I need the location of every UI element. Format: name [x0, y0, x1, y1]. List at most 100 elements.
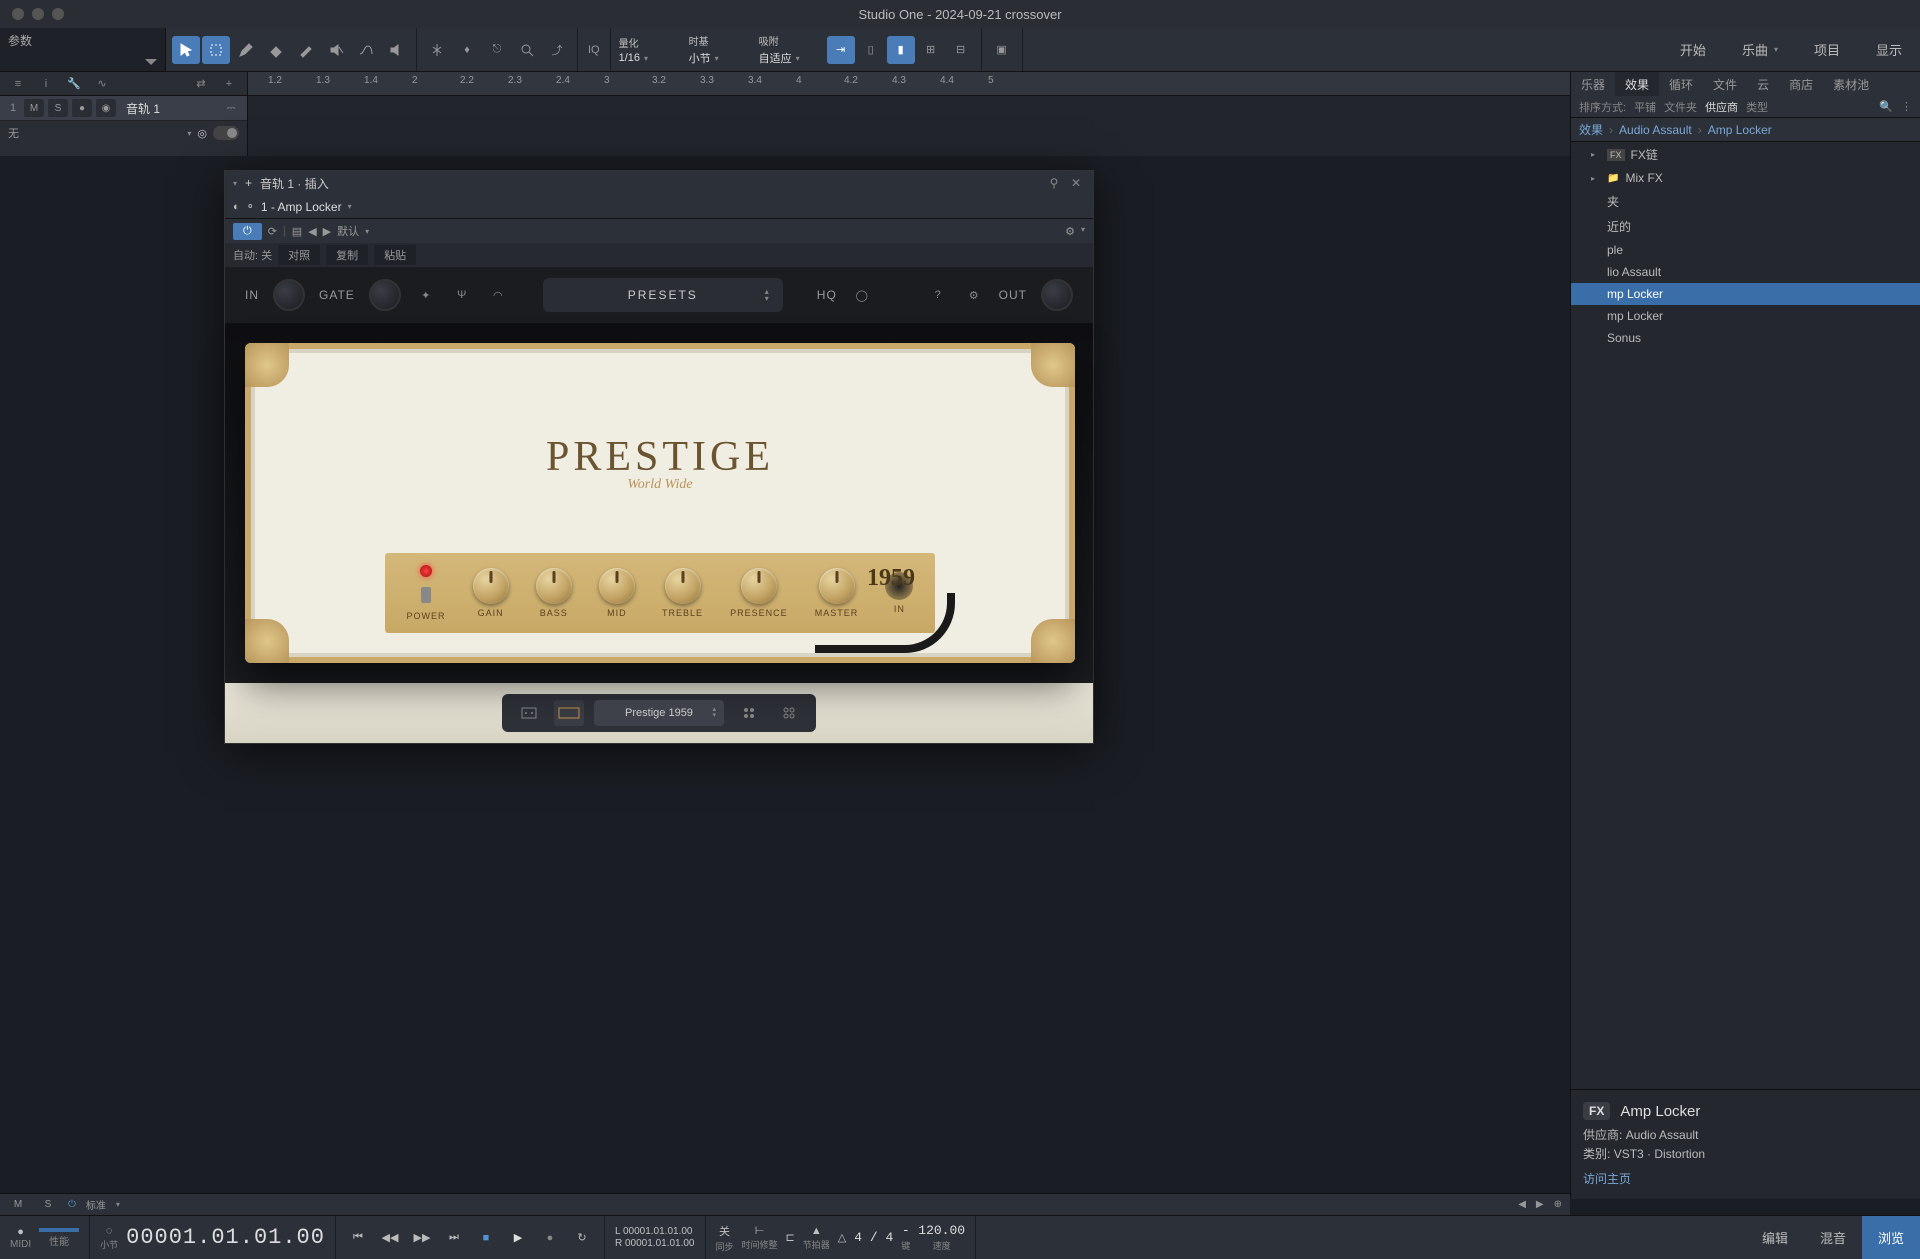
- browser-item[interactable]: ▸FXFX链: [1571, 142, 1920, 167]
- track-input-label[interactable]: 无: [8, 125, 181, 141]
- monitor-button[interactable]: ◉: [96, 99, 116, 117]
- auto-label[interactable]: 自动: 关: [233, 247, 272, 263]
- play-button[interactable]: ▶: [506, 1226, 530, 1250]
- browser-item[interactable]: ple: [1571, 239, 1920, 261]
- mid-knob[interactable]: [599, 568, 635, 604]
- parameter-box[interactable]: 参数: [0, 28, 166, 71]
- global-mute[interactable]: M: [8, 1199, 28, 1210]
- amp-model-selector[interactable]: Prestige 1959: [594, 700, 724, 726]
- snap-selector[interactable]: 吸附 自适应▾: [751, 28, 821, 71]
- mode-browse[interactable]: 浏览: [1862, 1216, 1920, 1259]
- pin-icon[interactable]: ⚲: [1045, 174, 1063, 192]
- out-knob[interactable]: [1041, 279, 1073, 311]
- presets-button[interactable]: PRESETS: [543, 278, 783, 312]
- browser-tab-5[interactable]: 商店: [1779, 72, 1823, 96]
- menu-project[interactable]: 项目: [1796, 28, 1858, 71]
- fork-icon[interactable]: Ψ: [451, 284, 473, 306]
- preset-next-icon[interactable]: ▶: [323, 225, 331, 238]
- stop-button[interactable]: ■: [474, 1226, 498, 1250]
- power-button[interactable]: ⏻: [233, 223, 262, 240]
- browser-item[interactable]: lio Assault: [1571, 261, 1920, 283]
- grid-button-2[interactable]: ⊟: [947, 36, 975, 64]
- bass-knob[interactable]: [536, 568, 572, 604]
- zoom-tool[interactable]: [513, 36, 541, 64]
- track-toggle[interactable]: [213, 126, 239, 140]
- menu-song[interactable]: 乐曲 ▾: [1724, 28, 1796, 71]
- hq-indicator-icon[interactable]: ◯: [851, 284, 873, 306]
- action-tool-1[interactable]: ⎋: [483, 36, 511, 64]
- status-standard[interactable]: 标准: [86, 1197, 106, 1212]
- snap-button-2[interactable]: ▮: [887, 36, 915, 64]
- solo-button[interactable]: S: [48, 99, 68, 117]
- sort-vendor[interactable]: 供应商: [1705, 99, 1738, 115]
- browser-tab-0[interactable]: 乐器: [1571, 72, 1615, 96]
- timebase-selector[interactable]: 时基 小节▾: [681, 28, 751, 71]
- presence-knob[interactable]: [741, 568, 777, 604]
- track-automation-icon[interactable]: ⎓: [221, 99, 241, 117]
- settings-icon[interactable]: ⚙: [963, 284, 985, 306]
- quantize-selector[interactable]: 量化 1/16▾: [611, 28, 681, 71]
- track-input-chevron-icon[interactable]: ▾: [187, 129, 191, 138]
- time-signature[interactable]: 4 / 4: [854, 1230, 893, 1245]
- browser-item[interactable]: 近的: [1571, 214, 1920, 239]
- browser-tab-3[interactable]: 文件: [1703, 72, 1747, 96]
- visit-homepage-link[interactable]: 访问主页: [1583, 1170, 1908, 1187]
- power-column[interactable]: POWER: [407, 565, 446, 621]
- help-icon[interactable]: ?: [927, 284, 949, 306]
- menu-start[interactable]: 开始: [1662, 28, 1724, 71]
- tuner-icon[interactable]: ✦: [415, 284, 437, 306]
- end-button[interactable]: ⏭: [442, 1226, 466, 1250]
- sort-folder[interactable]: 文件夹: [1664, 99, 1697, 115]
- strip-silence-tool[interactable]: ♦: [453, 36, 481, 64]
- power-switch[interactable]: [421, 587, 431, 603]
- browser-menu-icon[interactable]: ⋮: [1901, 100, 1912, 113]
- amp-view-icon[interactable]: [554, 700, 584, 726]
- forward-button[interactable]: ▶▶: [410, 1226, 434, 1250]
- key-value[interactable]: -: [902, 1223, 910, 1238]
- click-icon[interactable]: △: [838, 1231, 846, 1244]
- window-controls[interactable]: [12, 8, 64, 20]
- fx-view-icon[interactable]: [774, 700, 804, 726]
- in-knob[interactable]: [273, 279, 305, 311]
- bend-tool[interactable]: [352, 36, 380, 64]
- plugin-slot-selector[interactable]: 1 - Amp Locker: [261, 200, 342, 214]
- browser-item[interactable]: mp Locker: [1571, 283, 1920, 305]
- copy-button[interactable]: 复制: [326, 245, 368, 265]
- plugin-menu-icon[interactable]: ▾: [233, 179, 237, 188]
- breadcrumb[interactable]: 效果› Audio Assault› Amp Locker: [1571, 118, 1920, 142]
- zoom-controls-icon[interactable]: ⊕: [1554, 1199, 1562, 1210]
- record-button[interactable]: ●: [538, 1226, 562, 1250]
- cab-view-icon[interactable]: [734, 700, 764, 726]
- preroll-icon[interactable]: ⊢: [755, 1224, 765, 1237]
- snap-button-1[interactable]: ▯: [857, 36, 885, 64]
- sort-type[interactable]: 类型: [1746, 99, 1768, 115]
- gear-icon[interactable]: ⚙: [1065, 225, 1075, 238]
- preset-menu-icon[interactable]: ▤: [292, 225, 302, 238]
- sort-flat[interactable]: 平铺: [1634, 99, 1656, 115]
- loop-button[interactable]: ↻: [570, 1226, 594, 1250]
- browser-tab-6[interactable]: 素材池: [1823, 72, 1879, 96]
- gain-knob[interactable]: [473, 568, 509, 604]
- global-solo[interactable]: S: [38, 1199, 58, 1210]
- info-icon[interactable]: i: [36, 75, 56, 93]
- menu-view[interactable]: 显示: [1858, 28, 1920, 71]
- metronome-icon[interactable]: ▲: [811, 1225, 822, 1237]
- track-header-row[interactable]: 1 M S ● ◉ 音轨 1 ⎓: [0, 96, 247, 121]
- main-timecode[interactable]: 00001.01.01.00: [126, 1225, 325, 1250]
- compare-button[interactable]: 对照: [278, 245, 320, 265]
- scroll-right-icon[interactable]: ▶: [1536, 1199, 1544, 1210]
- eraser-tool[interactable]: [262, 36, 290, 64]
- listen-tool[interactable]: [382, 36, 410, 64]
- search-icon[interactable]: 🔍: [1879, 100, 1893, 113]
- meter-icon[interactable]: ◠: [487, 284, 509, 306]
- pedal-view-icon[interactable]: [514, 700, 544, 726]
- autoscroll-button[interactable]: ⇥: [827, 36, 855, 64]
- tempo-value[interactable]: 120.00: [918, 1223, 965, 1238]
- preset-prev-icon[interactable]: ◀: [308, 225, 316, 238]
- perf-meter[interactable]: [39, 1228, 79, 1232]
- pencil-tool[interactable]: [232, 36, 260, 64]
- range-tool[interactable]: [202, 36, 230, 64]
- browser-tab-4[interactable]: 云: [1747, 72, 1779, 96]
- mute-tool[interactable]: [322, 36, 350, 64]
- back-button[interactable]: ◀◀: [378, 1226, 402, 1250]
